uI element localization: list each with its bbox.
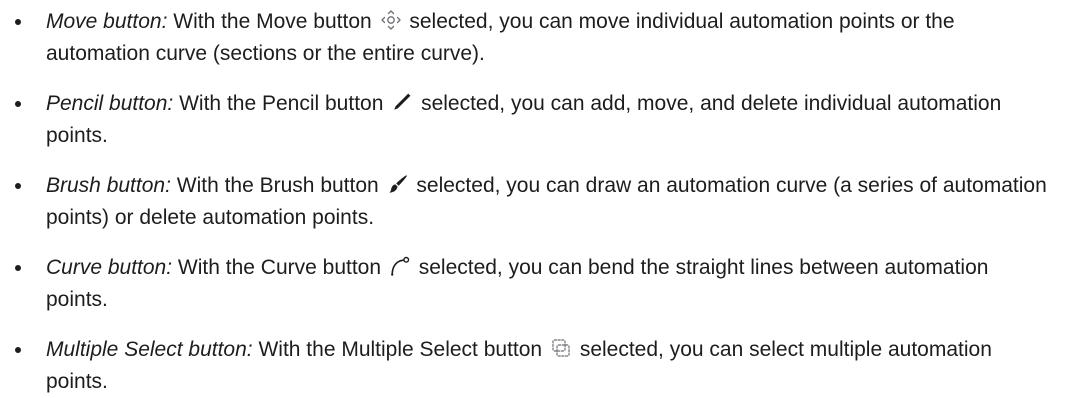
item-term: Pencil button: [46,92,174,115]
bullet [13,88,23,120]
list-item-multiple-select: Multiple Select button: With the Multipl… [0,334,1056,398]
brush-icon [387,173,409,195]
list-item-curve: Curve button: With the Curve button sele… [0,252,1056,316]
item-text-before: With the Move button [173,10,372,33]
curve-icon [389,255,411,277]
move-icon [380,9,402,31]
item-text-before: With the Brush button [176,174,379,197]
list-item-move: Move button: With the Move button select… [0,6,1056,70]
item-term: Brush button: [46,174,171,197]
bullet [13,334,23,366]
item-text-before: With the Pencil button [179,92,384,115]
item-term: Multiple Select button: [46,338,253,361]
item-text-before: With the Curve button [177,256,382,279]
multiple-select-icon [550,337,572,359]
bullet [13,252,23,284]
bullet [13,6,23,38]
list-item-brush: Brush button: With the Brush button sele… [0,170,1056,234]
pencil-icon [391,91,413,113]
item-term: Move button: [46,10,168,33]
item-term: Curve button: [46,256,173,279]
list-item-pencil: Pencil button: With the Pencil button se… [0,88,1056,152]
bullet [13,170,23,202]
item-text-before: With the Multiple Select button [258,338,543,361]
